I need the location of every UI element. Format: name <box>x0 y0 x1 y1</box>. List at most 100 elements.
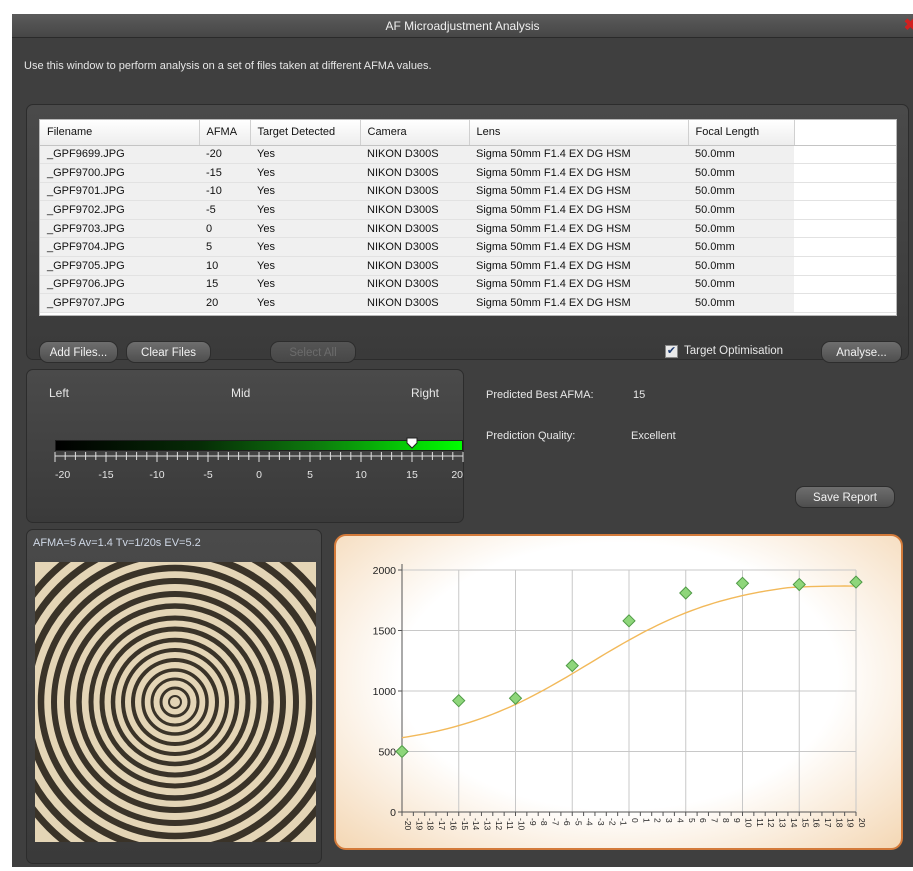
cell-camera: NIKON D300S <box>360 182 469 202</box>
col-header-focal-length[interactable]: Focal Length <box>688 120 795 146</box>
cell-target-detected: Yes <box>250 145 360 165</box>
table-row[interactable]: _GPF9703.JPG 0 Yes NIKON D300S Sigma 50mm F1… <box>40 219 896 239</box>
col-header-lens[interactable]: Lens <box>469 120 689 146</box>
x-tick-label: -20 <box>403 818 413 831</box>
col-header-target-detected[interactable]: Target Detected <box>250 120 361 146</box>
x-tick-label: 0 <box>630 818 640 823</box>
cell-afma: -10 <box>199 182 250 202</box>
data-point <box>735 576 750 591</box>
x-tick-label: -7 <box>551 818 561 826</box>
files-panel: Filename AFMA Target Detected Camera Len… <box>26 104 909 363</box>
table-row[interactable]: _GPF9704.JPG 5 Yes NIKON D300S Sigma 50mm F1… <box>40 237 896 258</box>
cell-lens: Sigma 50mm F1.4 EX DG HSM <box>469 145 688 165</box>
clear-files-button[interactable]: Clear Files <box>126 341 211 363</box>
scale-tick-label: -15 <box>98 469 113 481</box>
afma-chart-panel: 0 500 1000 1500 2000 -20 -19 -18 -17 -16 -15 -14 -13… <box>334 534 903 850</box>
cell-target-detected: Yes <box>250 182 360 202</box>
x-tick-label: 1 <box>641 818 651 823</box>
cell-filename: _GPF9707.JPG <box>40 293 199 313</box>
data-point <box>452 693 466 708</box>
afma-gradient-bar <box>55 440 463 451</box>
x-tick-label: -2 <box>607 818 617 826</box>
cell-target-detected: Yes <box>250 275 360 295</box>
analyse-button[interactable]: Analyse... <box>821 341 902 363</box>
col-header-camera[interactable]: Camera <box>360 120 470 146</box>
y-tick-label: 2000 <box>373 565 397 577</box>
cell-camera: NIKON D300S <box>360 275 469 295</box>
select-all-button[interactable]: Select All <box>270 341 356 363</box>
files-table[interactable]: Filename AFMA Target Detected Camera Len… <box>39 119 897 316</box>
table-row[interactable]: _GPF9702.JPG -5 Yes NIKON D300S Sigma 50mm F… <box>40 200 896 220</box>
cell-lens: Sigma 50mm F1.4 EX DG HSM <box>469 163 688 183</box>
table-row[interactable]: _GPF9707.JPG 20 Yes NIKON D300S Sigma 50mm F… <box>40 293 896 313</box>
cell-empty <box>794 219 896 239</box>
cell-empty <box>794 293 896 313</box>
x-tick-label: 17 <box>823 818 833 828</box>
afma-scale-ruler: -20 -15 -10 -5 0 5 10 15 20 <box>54 452 464 481</box>
cell-empty <box>794 256 896 276</box>
x-tick-label: -15 <box>460 818 470 831</box>
cell-target-detected: Yes <box>250 200 360 220</box>
table-row[interactable]: _GPF9700.JPG -15 Yes NIKON D300S Sigma 50mm … <box>40 163 896 183</box>
x-tick-label: 8 <box>721 818 731 823</box>
x-tick-label: 12 <box>766 818 776 828</box>
col-header-afma[interactable]: AFMA <box>199 120 251 146</box>
cell-afma: 20 <box>199 293 250 313</box>
cell-target-detected: Yes <box>250 237 360 258</box>
window-title: AF Microadjustment Analysis <box>385 19 540 33</box>
cell-camera: NIKON D300S <box>360 256 469 276</box>
cell-lens: Sigma 50mm F1.4 EX DG HSM <box>469 182 688 202</box>
scale-left-label: Left <box>49 386 70 400</box>
x-tick-label: -1 <box>619 818 629 826</box>
close-icon[interactable]: ✖ <box>904 16 913 36</box>
x-tick-label: 11 <box>755 818 765 827</box>
add-files-button[interactable]: Add Files... <box>39 341 118 363</box>
cell-empty <box>794 163 896 183</box>
focus-target-image <box>0 520 357 871</box>
cell-filename: _GPF9706.JPG <box>40 275 199 295</box>
scale-tick-label: 20 <box>451 469 463 481</box>
x-tick-label: 5 <box>687 818 697 823</box>
cell-empty <box>794 275 896 295</box>
cell-camera: NIKON D300S <box>360 237 469 258</box>
scale-right-label: Right <box>411 386 440 400</box>
analysis-window: AF Microadjustment Analysis ✖ Use this w… <box>0 14 913 871</box>
x-tick-label: 18 <box>834 818 844 828</box>
target-optimisation-checkbox[interactable]: ✔ <box>665 345 678 358</box>
cell-afma: 5 <box>199 237 250 258</box>
table-row[interactable]: _GPF9701.JPG -10 Yes NIKON D300S Sigma 50mm … <box>40 182 896 202</box>
x-tick-label: 3 <box>664 818 674 823</box>
x-tick-label: 13 <box>778 818 788 828</box>
afma-marker-icon <box>406 437 418 449</box>
cell-filename: _GPF9702.JPG <box>40 200 199 220</box>
table-row[interactable]: _GPF9705.JPG 10 Yes NIKON D300S Sigma 50mm F… <box>40 256 896 276</box>
x-tick-label: 7 <box>709 818 719 823</box>
scale-tick-label: -10 <box>149 469 164 481</box>
cell-focal-length: 50.0mm <box>688 293 794 313</box>
cell-camera: NIKON D300S <box>360 293 469 313</box>
data-point <box>565 658 579 673</box>
cell-afma: 10 <box>199 256 250 276</box>
cell-afma: -20 <box>199 145 250 165</box>
x-tick-label: -12 <box>494 818 504 831</box>
save-report-button[interactable]: Save Report <box>795 486 895 508</box>
scale-tick-label: -5 <box>203 469 212 481</box>
data-point <box>395 744 409 759</box>
cell-empty <box>794 145 896 165</box>
cell-focal-length: 50.0mm <box>688 145 794 165</box>
cell-focal-length: 50.0mm <box>688 182 794 202</box>
cell-filename: _GPF9703.JPG <box>40 219 199 239</box>
cell-empty <box>794 200 896 220</box>
best-afma-label: Predicted Best AFMA: <box>486 389 594 401</box>
x-tick-label: 19 <box>846 818 856 828</box>
x-tick-label: 15 <box>800 818 810 828</box>
table-row[interactable]: _GPF9699.JPG -20 Yes NIKON D300S Sigma 50mm … <box>40 145 896 165</box>
table-row[interactable]: _GPF9706.JPG 15 Yes NIKON D300S Sigma 50mm F… <box>40 275 896 295</box>
cell-lens: Sigma 50mm F1.4 EX DG HSM <box>469 219 688 239</box>
x-tick-label: 16 <box>812 818 822 828</box>
cell-lens: Sigma 50mm F1.4 EX DG HSM <box>469 293 688 313</box>
x-tick-label: -16 <box>448 818 458 831</box>
cell-focal-length: 50.0mm <box>688 275 794 295</box>
col-header-filename[interactable]: Filename <box>40 120 200 146</box>
cell-empty <box>794 237 896 258</box>
